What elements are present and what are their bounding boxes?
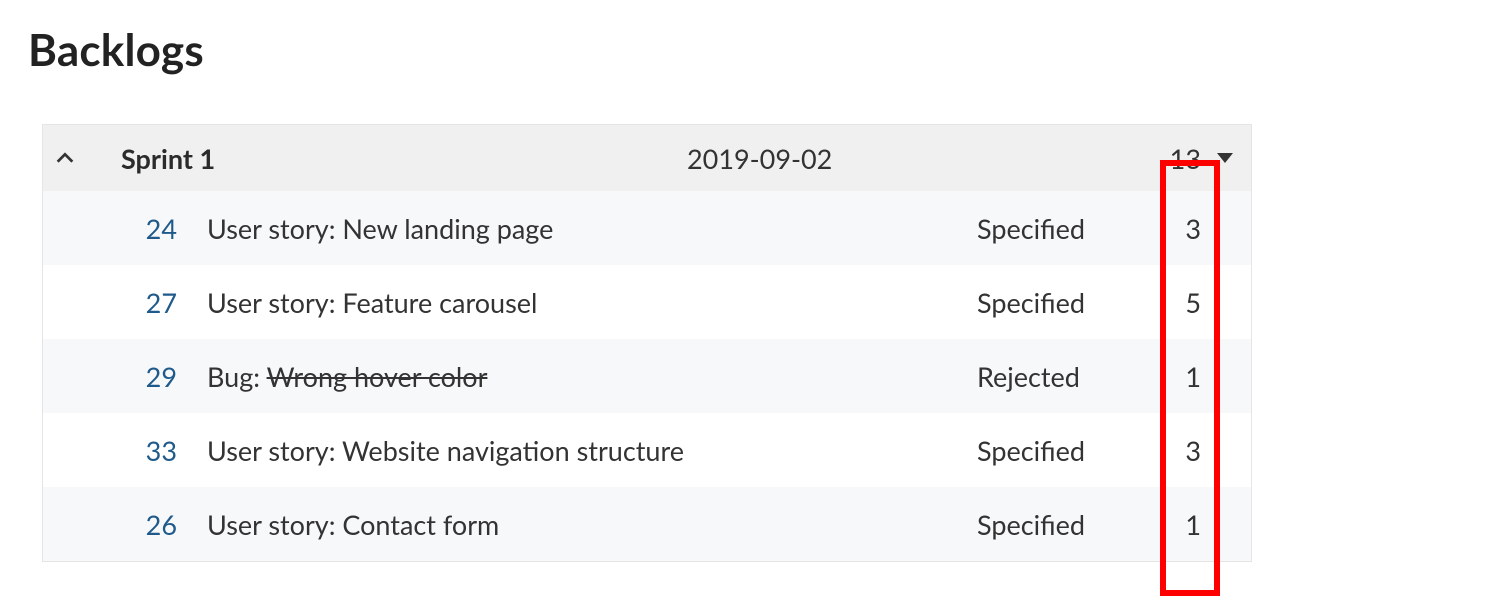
sprint-total-points: 13: [1113, 142, 1207, 175]
issue-id-link[interactable]: 29: [97, 360, 207, 393]
sprint-header-row: Sprint 1 2019-09-02 13: [43, 125, 1251, 191]
issue-id-link[interactable]: 24: [97, 212, 207, 245]
issue-points: 5: [1113, 286, 1207, 319]
page-title: Backlogs: [28, 24, 1472, 76]
issue-title[interactable]: User story: Feature carousel: [207, 286, 763, 319]
table-row[interactable]: 27User story: Feature carousel Specified5: [43, 265, 1251, 339]
issue-points: 3: [1113, 434, 1207, 467]
issue-list: 24User story: New landing pageSpecified3…: [43, 191, 1251, 561]
chevron-up-icon[interactable]: [51, 144, 79, 172]
issue-id-link[interactable]: 26: [97, 508, 207, 541]
backlog-table: Sprint 1 2019-09-02 13 24User story: New…: [42, 124, 1252, 562]
issue-id-link[interactable]: 27: [97, 286, 207, 319]
issue-title[interactable]: Bug: Wrong hover color: [207, 360, 763, 393]
caret-down-icon[interactable]: [1207, 153, 1243, 163]
issue-title[interactable]: User story: Contact form: [207, 508, 763, 541]
issue-status: Specified: [977, 434, 1113, 467]
table-row[interactable]: 33User story: Website navigation structu…: [43, 413, 1251, 487]
issue-status: Specified: [977, 508, 1113, 541]
sprint-name[interactable]: Sprint 1: [97, 142, 687, 175]
issue-points: 1: [1113, 360, 1207, 393]
issue-title[interactable]: User story: New landing page: [207, 212, 763, 245]
issue-status: Rejected: [977, 360, 1113, 393]
issue-status: Specified: [977, 212, 1113, 245]
issue-id-link[interactable]: 33: [97, 434, 207, 467]
issue-status: Specified: [977, 286, 1113, 319]
issue-title[interactable]: User story: Website navigation structure: [207, 434, 763, 467]
issue-points: 1: [1113, 508, 1207, 541]
table-row[interactable]: 26User story: Contact form Specified1: [43, 487, 1251, 561]
issue-points: 3: [1113, 212, 1207, 245]
sprint-date: 2019-09-02: [687, 142, 977, 175]
table-row[interactable]: 24User story: New landing page Specified3: [43, 191, 1251, 265]
table-row[interactable]: 29Bug: Wrong hover color Rejected1: [43, 339, 1251, 413]
